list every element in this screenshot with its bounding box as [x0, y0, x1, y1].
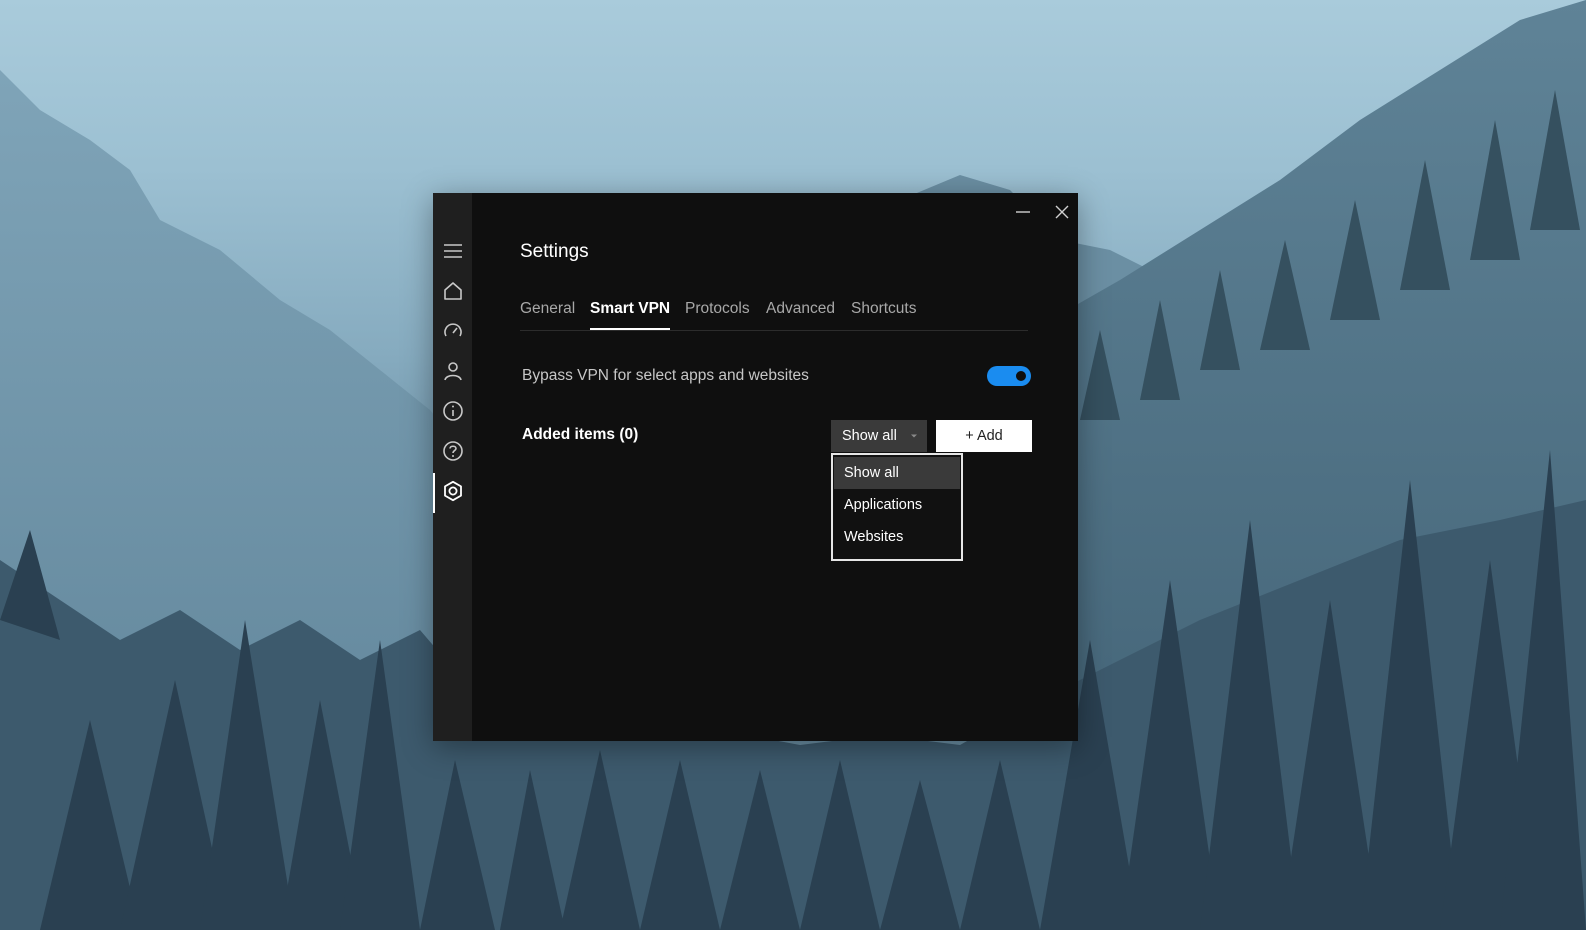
info-icon — [442, 401, 463, 421]
sidebar-rail — [433, 193, 472, 741]
desktop-background: Settings General Smart VPN Protocols Adv… — [0, 0, 1586, 930]
vpn-app-window: Settings General Smart VPN Protocols Adv… — [433, 193, 1078, 741]
hamburger-menu-icon — [443, 244, 462, 258]
filter-selected-value: Show all — [842, 428, 897, 444]
tab-protocols[interactable]: Protocols — [685, 300, 750, 330]
sidebar-item-help[interactable] — [433, 433, 472, 469]
tab-advanced[interactable]: Advanced — [766, 300, 835, 330]
filter-dropdown-menu: Show all Applications Websites — [831, 453, 963, 561]
sidebar-item-speed[interactable] — [433, 313, 472, 349]
home-icon — [443, 282, 462, 300]
sidebar-item-home[interactable] — [433, 273, 472, 309]
added-items-label: Added items (0) — [522, 426, 639, 443]
settings-gear-icon — [443, 480, 462, 502]
minimize-button[interactable] — [1005, 197, 1041, 227]
filter-option-applications[interactable]: Applications — [834, 489, 960, 521]
sidebar-item-menu[interactable] — [433, 233, 472, 269]
help-icon — [442, 441, 463, 461]
settings-tabs: General Smart VPN Protocols Advanced Sho… — [520, 300, 1028, 331]
page-title: Settings — [520, 241, 589, 262]
user-icon — [443, 362, 462, 381]
filter-dropdown[interactable]: Show all — [831, 420, 927, 452]
bypass-vpn-toggle[interactable] — [987, 366, 1031, 386]
tab-general[interactable]: General — [520, 300, 575, 330]
tab-shortcuts[interactable]: Shortcuts — [851, 300, 916, 330]
add-item-button[interactable]: + Add — [936, 420, 1032, 452]
close-icon — [1055, 205, 1069, 219]
sidebar-item-info[interactable] — [433, 393, 472, 429]
filter-option-websites[interactable]: Websites — [834, 521, 960, 553]
speedometer-icon — [443, 323, 462, 337]
close-button[interactable] — [1044, 197, 1080, 227]
tab-smart-vpn[interactable]: Smart VPN — [590, 300, 671, 330]
toggle-knob — [1016, 371, 1026, 381]
chevron-down-icon — [911, 434, 917, 438]
filter-option-show-all[interactable]: Show all — [834, 457, 960, 489]
bypass-vpn-label: Bypass VPN for select apps and websites — [522, 367, 809, 384]
sidebar-item-settings[interactable] — [433, 473, 472, 513]
minimize-icon — [1016, 211, 1030, 213]
sidebar-item-account[interactable] — [433, 353, 472, 389]
